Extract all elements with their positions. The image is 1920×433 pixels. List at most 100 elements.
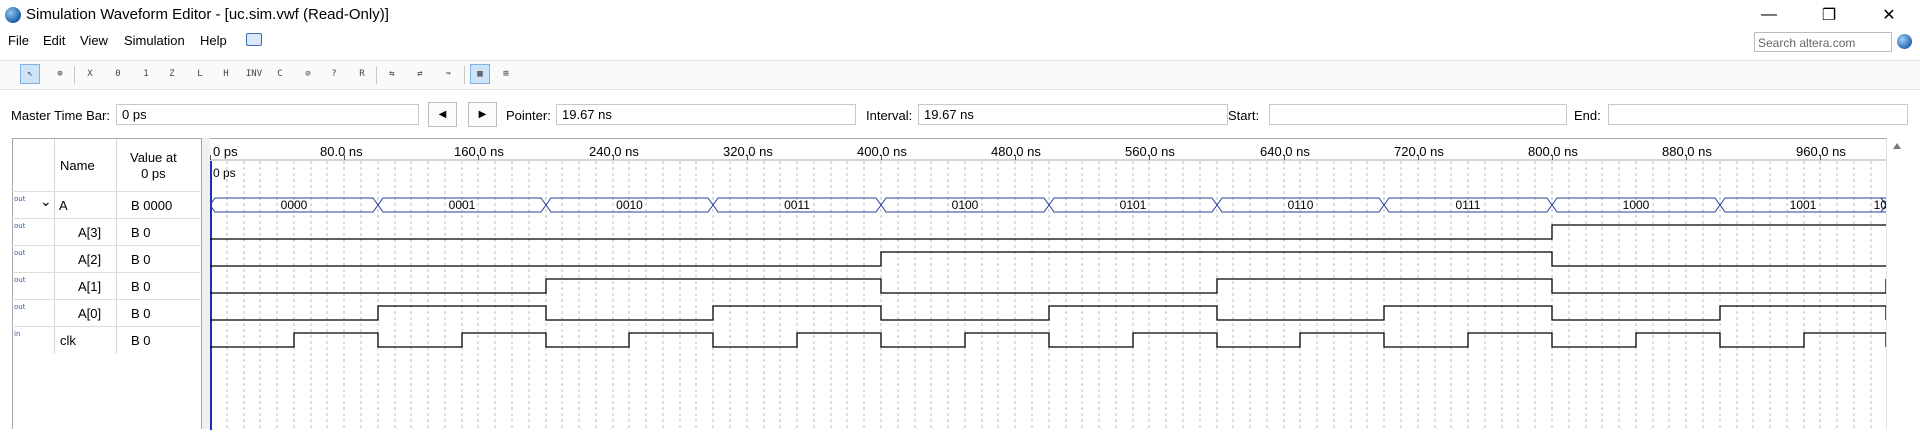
menu-edit[interactable]: Edit bbox=[43, 33, 65, 48]
high-impedance-button[interactable]: Z bbox=[162, 64, 182, 84]
unknown-value-button[interactable]: X bbox=[80, 64, 100, 84]
start-field[interactable] bbox=[1269, 104, 1567, 125]
bus-value-label: 0000 bbox=[281, 198, 308, 212]
toolbar-separator bbox=[464, 66, 465, 84]
ruler-label: 560.0 ns bbox=[1125, 144, 1175, 159]
invert-button[interactable]: INV bbox=[244, 64, 264, 84]
restore-button[interactable]: ❐ bbox=[1806, 2, 1852, 28]
ruler-label: 720.0 ns bbox=[1394, 144, 1444, 159]
ruler-label: 0 ps bbox=[213, 144, 238, 159]
signal-name[interactable]: A[0] bbox=[78, 306, 101, 321]
signal-name[interactable]: A[1] bbox=[78, 279, 101, 294]
ruler-label: 320.0 ns bbox=[723, 144, 773, 159]
output-pin-icon: out bbox=[14, 222, 26, 230]
snap-to-grid-button[interactable]: ▦ bbox=[470, 64, 490, 84]
menu-view[interactable]: View bbox=[80, 33, 108, 48]
signal-row-a0[interactable]: out A[0] B 0 bbox=[12, 299, 202, 326]
selection-tool-button[interactable]: ↖ bbox=[20, 64, 40, 84]
bus-value-label: 1001 bbox=[1790, 198, 1817, 212]
waveform-a2 bbox=[210, 251, 1886, 267]
signal-value: B 0 bbox=[131, 306, 151, 321]
name-column-header[interactable]: Name bbox=[60, 158, 95, 173]
feedback-icon[interactable] bbox=[246, 33, 262, 46]
signal-row-a2[interactable]: out A[2] B 0 bbox=[12, 245, 202, 272]
signal-value: B 0 bbox=[131, 225, 151, 240]
master-time-bar-label: Master Time Bar: bbox=[11, 108, 110, 123]
output-pin-icon: out bbox=[14, 303, 26, 311]
menu-file[interactable]: File bbox=[8, 33, 29, 48]
start-label: Start: bbox=[1228, 108, 1260, 123]
expand-chevron-icon[interactable]: ⌄ bbox=[40, 193, 52, 210]
weak-high-button[interactable]: H bbox=[216, 64, 236, 84]
ruler-label: 400.0 ns bbox=[857, 144, 907, 159]
title-bar: Simulation Waveform Editor - [uc.sim.vwf… bbox=[0, 0, 1920, 30]
waveform-a0 bbox=[210, 305, 1887, 321]
bus-value-label: 1010 bbox=[1874, 198, 1886, 212]
close-button[interactable]: ✕ bbox=[1866, 2, 1912, 28]
transition-tool-button[interactable]: ↝ bbox=[438, 64, 458, 84]
forcing-low-button[interactable]: 0 bbox=[108, 64, 128, 84]
signal-value: B 0000 bbox=[131, 198, 173, 213]
random-value-button[interactable]: R bbox=[352, 64, 372, 84]
ruler-label: 240.0 ns bbox=[589, 144, 639, 159]
window-title: Simulation Waveform Editor - [uc.sim.vwf… bbox=[26, 6, 389, 23]
waveform-display[interactable]: 0 ps 80.0 ns 160.0 ns 240.0 ns 320.0 ns 400.0… bbox=[209, 138, 1901, 430]
waveform-canvas[interactable]: 0 ps 80.0 ns 160.0 ns 240.0 ns 320.0 ns 400.0… bbox=[209, 139, 1901, 430]
end-label: End: bbox=[1574, 108, 1601, 123]
sort-button[interactable]: ⊞ bbox=[496, 64, 516, 84]
waveform-toolbar: ↖ ⊕ X 0 1 Z L H INV C ⊘? R ⇆ ⇄ ↝ ▦ ⊞ bbox=[0, 60, 1920, 90]
pointer-field[interactable]: 19.67 ns bbox=[556, 104, 856, 125]
search-input[interactable]: Search altera.com bbox=[1754, 32, 1892, 52]
waveform-a3 bbox=[210, 224, 1886, 240]
waveform-clk bbox=[210, 332, 1887, 348]
value-column-header[interactable]: Value at 0 ps bbox=[130, 150, 177, 182]
signal-name[interactable]: A[3] bbox=[78, 225, 101, 240]
interval-field[interactable]: 19.67 ns bbox=[918, 104, 1228, 125]
input-pin-icon: in bbox=[14, 330, 21, 338]
signal-name[interactable]: clk bbox=[60, 333, 76, 348]
forcing-high-button[interactable]: 1 bbox=[136, 64, 156, 84]
previous-transition-button[interactable]: ◀ bbox=[428, 102, 457, 127]
master-time-bar-field[interactable]: 0 ps bbox=[116, 104, 419, 125]
scroll-up-icon[interactable] bbox=[1893, 143, 1901, 149]
bus-value-label: 0101 bbox=[1120, 198, 1147, 212]
snap-to-grid-a-button[interactable]: ⇆ bbox=[382, 64, 402, 84]
menu-bar: File Edit View Simulation Help bbox=[0, 30, 1920, 52]
minimize-button[interactable]: — bbox=[1746, 2, 1792, 28]
next-transition-button[interactable]: ▶ bbox=[468, 102, 497, 127]
pane-splitter[interactable] bbox=[202, 138, 210, 429]
output-pin-icon: out bbox=[14, 195, 26, 203]
interval-label: Interval: bbox=[866, 108, 913, 123]
end-field[interactable] bbox=[1608, 104, 1908, 125]
signal-row-a1[interactable]: out A[1] B 0 bbox=[12, 272, 202, 299]
vertical-scrollbar[interactable] bbox=[1886, 138, 1920, 429]
value-header-line2: 0 ps bbox=[141, 166, 166, 181]
zoom-tool-button[interactable]: ⊕ bbox=[50, 64, 70, 84]
signal-value: B 0 bbox=[131, 279, 151, 294]
bus-value-label: 0010 bbox=[616, 198, 643, 212]
ruler-label: 640.0 ns bbox=[1260, 144, 1310, 159]
output-pin-icon: out bbox=[14, 249, 26, 257]
quartus-app-icon bbox=[5, 7, 21, 23]
pointer-label: Pointer: bbox=[506, 108, 551, 123]
value-header-line1: Value at bbox=[130, 150, 177, 165]
menu-simulation[interactable]: Simulation bbox=[124, 33, 185, 48]
weak-low-button[interactable]: L bbox=[190, 64, 210, 84]
ruler-label: 960.0 ns bbox=[1796, 144, 1846, 159]
signal-row-a3[interactable]: out A[3] B 0 bbox=[12, 218, 202, 245]
signal-value: B 0 bbox=[131, 252, 151, 267]
signal-row-clk[interactable]: in clk B 0 bbox=[12, 326, 202, 353]
ruler-label: 800.0 ns bbox=[1528, 144, 1578, 159]
arbitrary-value-button[interactable]: ? bbox=[324, 64, 344, 84]
clock-button[interactable]: ⊘ bbox=[298, 64, 318, 84]
search-globe-icon[interactable] bbox=[1897, 34, 1912, 49]
snap-to-grid-b-button[interactable]: ⇄ bbox=[410, 64, 430, 84]
output-pin-icon: out bbox=[14, 276, 26, 284]
signal-value: B 0 bbox=[131, 333, 151, 348]
signal-name[interactable]: A[2] bbox=[78, 252, 101, 267]
menu-help[interactable]: Help bbox=[200, 33, 227, 48]
toolbar-separator bbox=[74, 66, 75, 84]
count-value-button[interactable]: C bbox=[270, 64, 290, 84]
signal-row-a[interactable]: out ⌄ A B 0000 bbox=[12, 191, 202, 218]
signal-name[interactable]: A bbox=[59, 198, 68, 213]
